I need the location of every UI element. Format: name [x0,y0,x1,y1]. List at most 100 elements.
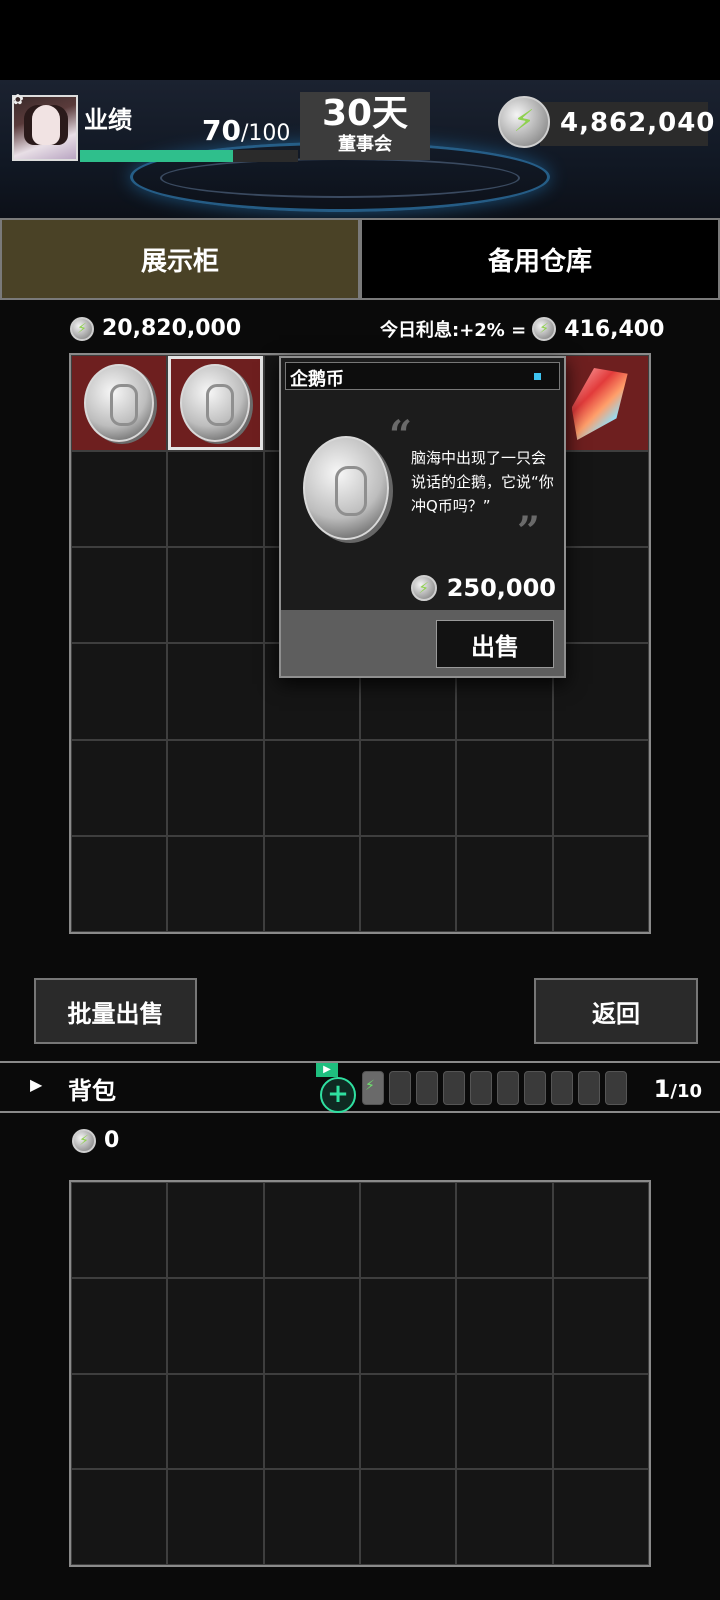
tab-showcase[interactable]: 展示柜 [0,218,360,300]
battery-icon [578,1071,600,1105]
gear-icon[interactable]: ✿ [12,92,24,108]
lightning-coin-icon [532,317,557,341]
performance-max: /100 [240,121,291,146]
decor-ring-inner [160,158,520,198]
grid-cell[interactable] [552,547,649,644]
item-detail-popup: 企鹅币 “ ” 脑海中出现了一只会说话的企鹅，它说“你冲Q币吗？” 250,00… [279,356,566,678]
backpack-money: 0 [72,1128,119,1153]
grid-cell[interactable] [167,1182,264,1278]
grid-cell[interactable] [167,547,264,644]
grid-cell[interactable] [167,451,264,548]
grid-cell[interactable] [71,739,168,836]
battery-icon [524,1071,546,1105]
days-remaining-box: 30天 董事会 [300,92,430,160]
grid-cell[interactable] [552,739,649,836]
popup-title: 企鹅币 [290,369,344,390]
plus-icon: + [327,1079,349,1109]
days-subtitle: 董事会 [338,134,392,155]
grid-cell[interactable] [167,1373,264,1470]
grid-cell[interactable] [167,1469,264,1565]
grid-cell[interactable] [360,835,457,932]
grid-cell[interactable] [360,1469,457,1565]
grid-cell[interactable] [263,739,360,836]
penguin-coin-item[interactable] [180,364,251,442]
popup-indicator-dot [534,373,541,380]
backpack-money-value: 0 [104,1128,120,1153]
grid-cell[interactable] [71,1277,168,1374]
tab-warehouse[interactable]: 备用仓库 [360,218,720,300]
lightning-coin-icon [410,575,437,601]
popup-footer: 出售 [281,610,564,676]
backpack-bar[interactable]: ▶ 背包 ▶ + 1/10 [0,1061,720,1113]
capacity-current: 1 [653,1075,671,1103]
backpack-label: 背包 [68,1077,116,1105]
grid-cell[interactable] [71,835,168,932]
grid-cell[interactable] [552,1182,649,1278]
grid-cell[interactable] [552,1469,649,1565]
grid-cell[interactable] [71,1373,168,1470]
grid-cell[interactable] [552,643,649,740]
battery-icon [416,1071,438,1105]
grid-cell[interactable] [71,451,168,548]
battery-icon [470,1071,492,1105]
battery-icon [443,1071,465,1105]
grid-cell[interactable] [263,1277,360,1374]
grid-cell[interactable] [167,739,264,836]
backpack-capacity: 1/10 [654,1075,702,1103]
performance-value: 70/100 [202,114,290,147]
popup-title-bar: 企鹅币 [285,362,560,390]
grid-cell[interactable] [263,1469,360,1565]
grid-cell[interactable] [360,1277,457,1374]
popup-description: 脑海中出现了一只会说话的企鹅，它说“你冲Q币吗？” [411,449,554,515]
grid-cell[interactable] [456,739,553,836]
grid-cell[interactable] [360,739,457,836]
grid-cell[interactable] [552,835,649,932]
grid-cell[interactable] [71,355,168,452]
video-ad-icon: ▶ [316,1063,338,1077]
status-strip [0,0,720,80]
grid-cell[interactable] [456,1469,553,1565]
grid-cell[interactable] [71,643,168,740]
backpack-grid [69,1180,651,1567]
performance-progress-fill [80,150,233,162]
grid-cell[interactable] [167,643,264,740]
money-amount: 4,862,040 [560,108,716,138]
grid-cell[interactable] [167,835,264,932]
quote-open-icon: “ [389,412,413,459]
grid-cell[interactable] [71,547,168,644]
top-header: ✿ 业绩 70/100 30天 董事会 4,862,040 [0,80,720,218]
penguin-coin-item[interactable] [84,364,154,442]
back-button[interactable]: 返回 [534,978,698,1044]
performance-current: 70 [202,114,241,147]
grid-cell[interactable] [360,1182,457,1278]
bulk-sell-button[interactable]: 批量出售 [34,978,197,1044]
grid-cell[interactable] [552,451,649,548]
grid-cell[interactable] [360,1373,457,1470]
grid-cell-selected[interactable] [167,355,264,452]
grid-cell[interactable] [456,1277,553,1374]
grid-cell[interactable] [263,1373,360,1470]
grid-cell[interactable] [456,1182,553,1278]
popup-price-value: 250,000 [446,574,556,602]
battery-icon [389,1071,411,1105]
penguin-coin-image [303,436,389,540]
grid-cell[interactable] [71,1469,168,1565]
triangle-right-icon[interactable]: ▶ [30,1075,42,1094]
showcase-total: 20,820,000 [70,316,241,341]
grid-cell[interactable] [263,1182,360,1278]
grid-cell[interactable] [552,1373,649,1470]
grid-cell[interactable] [71,1182,168,1278]
capacity-max: /10 [670,1081,702,1102]
sell-button[interactable]: 出售 [436,620,554,668]
grid-cell[interactable] [552,355,649,452]
tab-bar: 展示柜 备用仓库 [0,218,720,300]
grid-cell[interactable] [263,835,360,932]
grid-cell[interactable] [552,1277,649,1374]
grid-cell[interactable] [456,1373,553,1470]
grid-cell[interactable] [167,1277,264,1374]
interest-info: 今日利息:+2% = 416,400 [380,316,664,342]
crystal-item[interactable] [571,368,628,440]
add-slot-button[interactable]: ▶ + [316,1063,356,1113]
battery-icon [551,1071,573,1105]
grid-cell[interactable] [456,835,553,932]
